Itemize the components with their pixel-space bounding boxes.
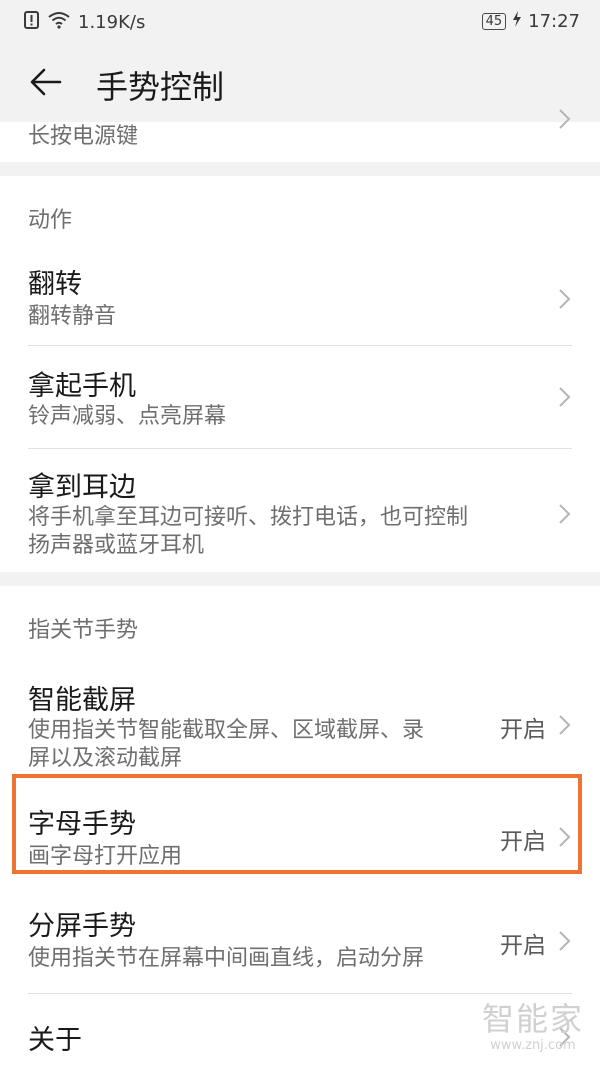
list-item-smart-screenshot[interactable]: 智能截屏 使用指关节智能截取全屏、区域截屏、录 屏以及滚动截屏 开启 <box>0 662 600 784</box>
list-item-pick-up[interactable]: 拿起手机 铃声减弱、点亮屏幕 <box>0 346 600 449</box>
list-item-power-key[interactable]: 长按电源键 <box>0 109 600 162</box>
clock: 17:27 <box>528 11 580 32</box>
chevron-right-icon <box>558 930 572 952</box>
status-value: 开启 <box>500 829 546 855</box>
app-bar: 手势控制 <box>0 42 600 122</box>
status-value: 开启 <box>500 933 546 959</box>
list-item-subtitle-line-2: 屏以及滚动截屏 <box>28 746 183 771</box>
section-divider <box>0 572 600 586</box>
section-header-label: 指关节手势 <box>28 618 139 643</box>
watermark-url: www.znj.com <box>490 1038 576 1053</box>
chevron-right-icon <box>558 108 572 130</box>
chevron-right-icon <box>558 288 572 310</box>
watermark-logo: 智能家 www.znj.com <box>478 1000 588 1058</box>
list-item-subtitle-line-2: 扬声器或蓝牙耳机 <box>28 533 205 558</box>
list-item-title: 拿到耳边 <box>28 472 136 503</box>
list-item-subtitle: 画字母打开应用 <box>28 844 183 869</box>
list-item-subtitle: 长按电源键 <box>28 124 139 149</box>
status-value: 开启 <box>500 717 546 743</box>
list-item-title: 拿起手机 <box>28 371 136 402</box>
list-item-split-screen-gesture[interactable]: 分屏手势 使用指关节在屏幕中间画直线，启动分屏 开启 <box>0 890 600 994</box>
chevron-right-icon <box>558 503 572 525</box>
charging-icon <box>512 11 522 32</box>
list-item-flip[interactable]: 翻转 翻转静音 <box>0 252 600 346</box>
alert-icon <box>24 11 40 34</box>
watermark-text: 智能家 <box>481 1000 584 1038</box>
chevron-right-icon <box>558 386 572 408</box>
list-item-subtitle: 使用指关节在屏幕中间画直线，启动分屏 <box>28 946 425 971</box>
section-header-knuckle-gestures: 指关节手势 <box>0 586 600 662</box>
wifi-icon <box>48 11 70 34</box>
battery-icon: 45 <box>481 13 507 30</box>
list-item-title: 翻转 <box>28 269 82 300</box>
network-speed: 1.19K/s <box>78 12 146 33</box>
section-header-label: 动作 <box>28 208 73 233</box>
section-header-actions: 动作 <box>0 176 600 252</box>
list-item-title: 智能截屏 <box>28 685 136 716</box>
list-item-title: 关于 <box>28 1025 82 1056</box>
list-item-subtitle: 铃声减弱、点亮屏幕 <box>28 404 227 429</box>
list-item-title: 字母手势 <box>28 809 136 840</box>
chevron-right-icon <box>558 826 572 848</box>
list-item-title: 分屏手势 <box>28 911 136 942</box>
list-item-subtitle-line-1: 使用指关节智能截取全屏、区域截屏、录 <box>28 718 425 743</box>
page-title: 手势控制 <box>96 68 225 106</box>
list-item-subtitle: 翻转静音 <box>28 304 117 329</box>
back-arrow-icon[interactable] <box>30 66 62 98</box>
status-left: 1.19K/s <box>24 11 145 34</box>
list-item-raise-to-ear[interactable]: 拿到耳边 将手机拿至耳边可接听、拨打电话，也可控制 扬声器或蓝牙耳机 <box>0 449 600 572</box>
settings-list: 长按电源键 动作 翻转 翻转静音 拿起手机 铃声减弱、点亮屏幕 拿到耳边 将手机… <box>0 109 600 1084</box>
chevron-right-icon <box>558 714 572 736</box>
list-item-subtitle-line-1: 将手机拿至耳边可接听、拨打电话，也可控制 <box>28 505 469 530</box>
status-right: 45 17:27 <box>481 11 580 32</box>
section-divider <box>0 162 600 176</box>
list-item-letter-gesture[interactable]: 字母手势 画字母打开应用 开启 <box>0 784 600 890</box>
status-bar: 1.19K/s 45 17:27 <box>0 0 600 42</box>
